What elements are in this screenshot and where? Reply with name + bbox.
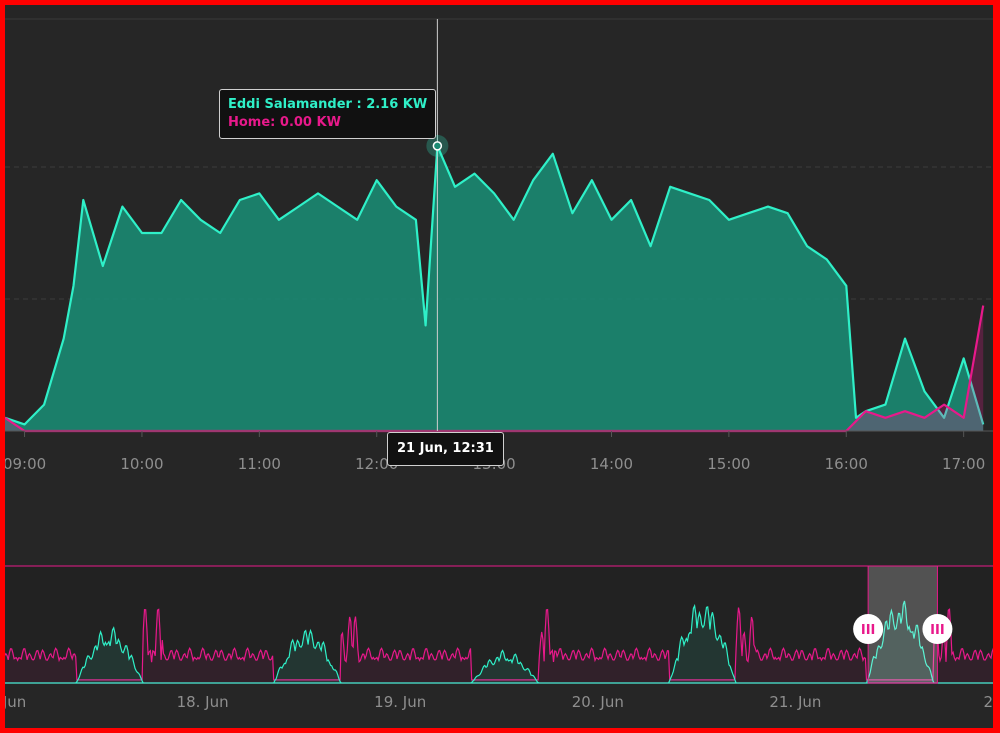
navigator-tick-label: 22 (983, 693, 993, 711)
navigator-handle-left[interactable]: III (853, 614, 884, 644)
x-tick-label: 15:00 (707, 455, 750, 473)
chart-frame: 09:0010:0011:0012:0013:0014:0015:0016:00… (5, 5, 993, 728)
x-tick-label: 14:00 (590, 455, 633, 473)
tooltip-home-value: Home: 0.00 KW (228, 115, 341, 130)
navigator-x-axis: 7. Jun 18. Jun 19. Jun 20. Jun 21. Jun 22 (5, 693, 993, 711)
x-tick-label: 09:00 (5, 455, 46, 473)
energy-chart[interactable]: 09:0010:0011:0012:0013:0014:0015:0016:00… (5, 5, 993, 728)
x-tick-label: 17:00 (942, 455, 985, 473)
main-plot-area[interactable] (5, 144, 985, 433)
navigator-handle-right[interactable]: III (922, 614, 953, 644)
x-tick-label: 11:00 (238, 455, 281, 473)
handle-left-glyph: III (861, 623, 876, 638)
handle-right-glyph: III (930, 623, 945, 638)
x-tick-label: 16:00 (825, 455, 868, 473)
navigator-tick-label: 21. Jun (769, 693, 821, 711)
navigator[interactable]: III III 7. Jun 18. Jun 19. Jun 20. Jun 21. J… (5, 565, 993, 711)
x-tick-label: 10:00 (120, 455, 163, 473)
navigator-tick-label: 19. Jun (374, 693, 426, 711)
tooltip-eddi-value: Eddi Salamander : 2.16 KW (228, 97, 428, 112)
navigator-tick-label: 20. Jun (572, 693, 624, 711)
navigator-tick-label: 18. Jun (177, 693, 229, 711)
series-tooltip: Eddi Salamander : 2.16 KW Home: 0.00 KW (219, 89, 437, 139)
series-area-eddi (5, 145, 984, 431)
crosshair-time-label: 21 Jun, 12:31 (387, 432, 504, 466)
hover-point (432, 141, 443, 151)
navigator-tick-label: 7. Jun (5, 693, 26, 711)
